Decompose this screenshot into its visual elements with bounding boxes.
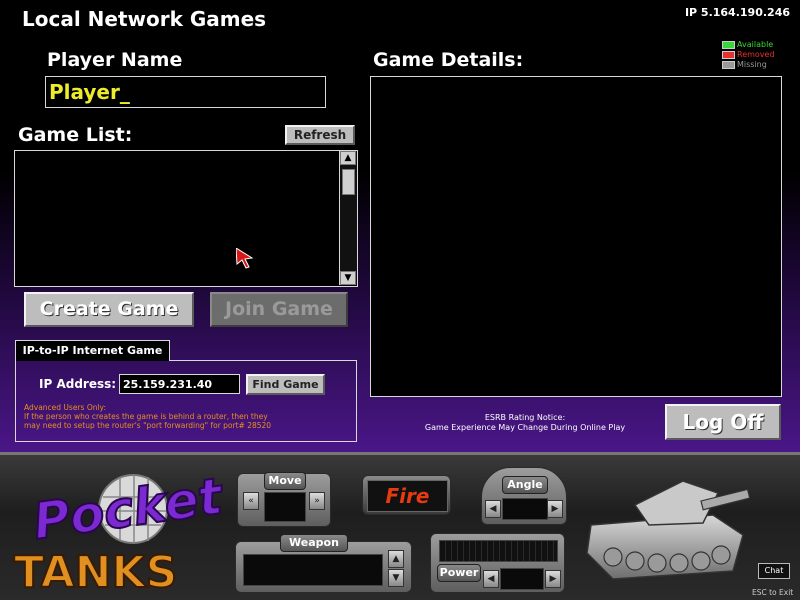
weapon-label: Weapon xyxy=(280,534,348,552)
power-right-icon[interactable]: ▶ xyxy=(545,570,561,588)
pocket-tanks-logo: Pocket TANKS xyxy=(13,467,229,595)
missing-swatch xyxy=(722,61,735,69)
power-meter xyxy=(439,540,558,562)
fire-label: Fire xyxy=(367,480,448,512)
move-display xyxy=(264,492,306,522)
join-game-button[interactable]: Join Game xyxy=(210,292,348,327)
move-label: Move xyxy=(264,472,306,490)
game-list-scrollbar[interactable]: ▲ ▼ xyxy=(339,151,357,285)
chat-button[interactable]: Chat xyxy=(758,563,790,579)
weapon-control[interactable]: Weapon ▲ ▼ xyxy=(235,534,412,593)
esrb-notice: ESRB Rating Notice: Game Experience May … xyxy=(390,413,660,433)
create-game-button[interactable]: Create Game xyxy=(24,292,194,327)
move-control[interactable]: Move « » xyxy=(237,472,331,527)
player-name-value: Player_ xyxy=(49,80,130,104)
page-title: Local Network Games xyxy=(22,7,267,31)
scroll-down-icon[interactable]: ▼ xyxy=(340,271,356,285)
ip-game-tab: IP-to-IP Internet Game xyxy=(15,340,170,361)
esrb-text: Game Experience May Change During Online… xyxy=(424,423,626,432)
log-off-button[interactable]: Log Off xyxy=(665,404,781,440)
player-name-field[interactable]: Player_ xyxy=(45,76,326,108)
ip-display: IP 5.164.190.246 xyxy=(684,6,790,19)
advanced-note-line-1: If the person who creates the game is be… xyxy=(24,412,268,421)
advanced-note-heading: Advanced Users Only: xyxy=(24,403,106,412)
fire-button[interactable]: Fire xyxy=(362,475,451,515)
available-swatch xyxy=(722,41,735,49)
weapon-display xyxy=(243,554,383,586)
angle-right-icon[interactable]: ▶ xyxy=(547,500,563,518)
legend-removed-label: Removed xyxy=(737,50,775,59)
find-game-button[interactable]: Find Game xyxy=(246,374,325,395)
power-display xyxy=(500,568,544,590)
logo-word-2: TANKS xyxy=(14,547,177,595)
legend-missing: Missing xyxy=(722,60,775,70)
scroll-up-icon[interactable]: ▲ xyxy=(340,151,356,165)
game-details-panel xyxy=(370,76,782,397)
esc-hint: ESC to Exit xyxy=(752,588,794,597)
move-left-icon[interactable]: « xyxy=(243,492,259,510)
angle-left-icon[interactable]: ◀ xyxy=(485,500,501,518)
ip-address-input[interactable]: 25.159.231.40 xyxy=(119,374,240,394)
angle-control[interactable]: Angle ◀ ▶ xyxy=(481,467,567,525)
player-name-label: Player Name xyxy=(47,49,183,71)
advanced-note-line-2: may need to setup the router's "port for… xyxy=(24,421,272,430)
control-deck: Pocket TANKS Move « » Fire Angle ◀ ▶ Wea… xyxy=(0,452,800,600)
tank-icon xyxy=(586,480,751,580)
power-control[interactable]: Power ◀ ▶ xyxy=(430,533,565,593)
status-legend: Available Removed Missing xyxy=(722,40,775,70)
lobby-screen: Local Network Games IP 5.164.190.246 Ava… xyxy=(0,0,800,452)
legend-removed: Removed xyxy=(722,50,775,60)
ip-address-label: IP Address: xyxy=(39,377,117,391)
legend-available: Available xyxy=(722,40,775,50)
angle-label: Angle xyxy=(502,476,548,494)
game-list-label: Game List: xyxy=(18,124,133,146)
advanced-note: Advanced Users Only: If the person who c… xyxy=(24,403,271,430)
power-label: Power xyxy=(437,564,481,582)
angle-display xyxy=(502,498,548,520)
scroll-thumb[interactable] xyxy=(342,169,355,195)
legend-missing-label: Missing xyxy=(737,60,767,69)
legend-available-label: Available xyxy=(737,40,774,49)
weapon-down-icon[interactable]: ▼ xyxy=(388,569,404,587)
refresh-button[interactable]: Refresh xyxy=(285,125,355,145)
game-list[interactable]: ▲ ▼ xyxy=(14,150,358,287)
power-left-icon[interactable]: ◀ xyxy=(483,570,499,588)
game-details-label: Game Details: xyxy=(373,49,524,71)
weapon-up-icon[interactable]: ▲ xyxy=(388,550,404,568)
mouse-cursor-icon xyxy=(236,248,254,269)
move-right-icon[interactable]: » xyxy=(309,492,325,510)
removed-swatch xyxy=(722,51,735,59)
esrb-heading: ESRB Rating Notice: xyxy=(484,413,566,422)
